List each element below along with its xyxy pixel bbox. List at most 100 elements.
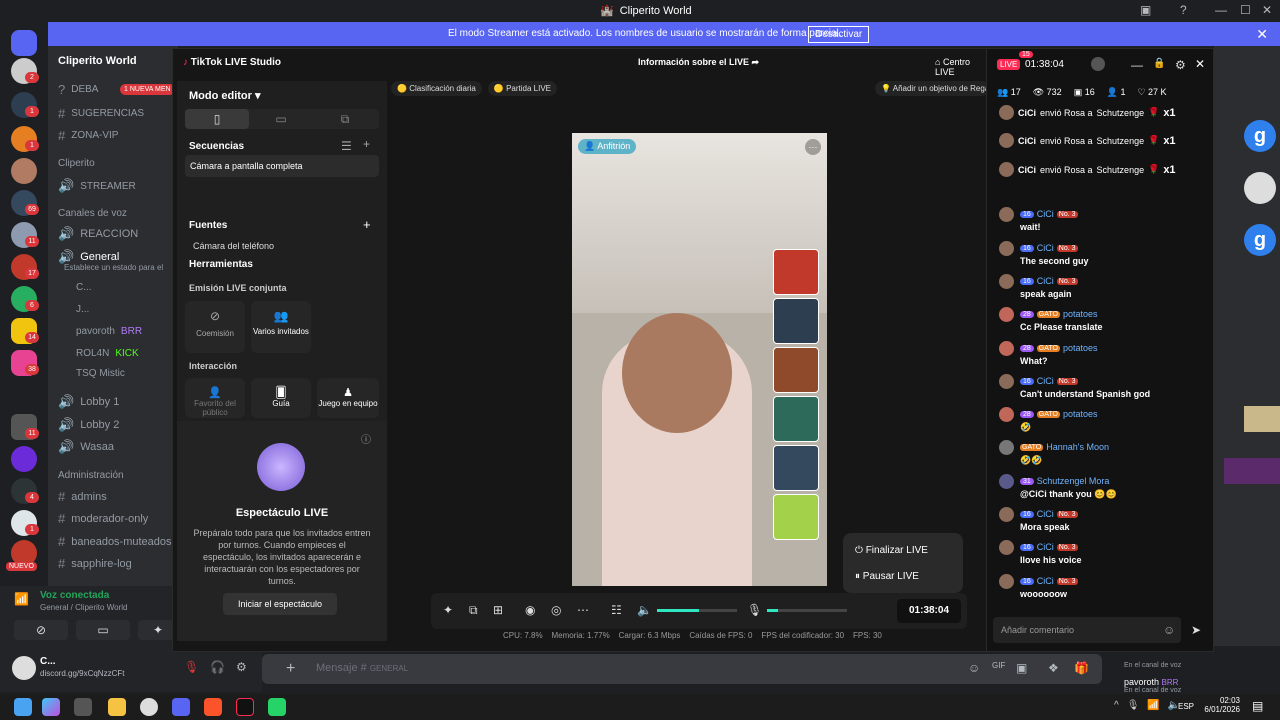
- layers-icon[interactable]: ⧉: [313, 109, 377, 129]
- guest-avatar[interactable]: [773, 445, 819, 491]
- mode-editor-dropdown[interactable]: Modo editor ▾: [189, 89, 261, 102]
- guest-avatar[interactable]: [773, 396, 819, 442]
- avatar[interactable]: [999, 207, 1014, 222]
- tiktok-icon[interactable]: [236, 698, 254, 716]
- language-indicator[interactable]: ESP: [1178, 702, 1194, 711]
- comment-input[interactable]: Añadir comentario ☺: [993, 617, 1181, 643]
- start-show-button[interactable]: Iniciar el espectáculo: [223, 593, 337, 615]
- mic-muted-icon[interactable]: 🎙: [184, 660, 199, 674]
- plus-icon[interactable]: +: [363, 137, 370, 151]
- avatar[interactable]: [999, 574, 1014, 589]
- channel-reaccion[interactable]: 🔊 REACCION: [58, 226, 138, 242]
- channel-sapphire-log[interactable]: # sapphire-log: [58, 556, 132, 571]
- disable-streamer-button[interactable]: Desactivar: [808, 26, 870, 43]
- windows-start-icon[interactable]: [14, 698, 32, 716]
- more-icon[interactable]: ⋯: [577, 603, 589, 617]
- avatar[interactable]: [999, 507, 1014, 522]
- avatar[interactable]: [12, 656, 36, 680]
- more-icon[interactable]: ⋯: [805, 139, 821, 155]
- channel-deba[interactable]: ? DEBA: [58, 82, 98, 97]
- magic-icon[interactable]: ✦: [443, 603, 453, 617]
- voice-user[interactable]: TSQ Mistic: [76, 368, 125, 379]
- avatar[interactable]: [999, 374, 1014, 389]
- channel-moderador[interactable]: # moderador-only: [58, 511, 148, 526]
- apps-icon[interactable]: ❖: [1048, 661, 1059, 675]
- gift-icon[interactable]: 🎁: [1074, 661, 1089, 675]
- pause-live-button[interactable]: ⏸ Pausar LIVE: [855, 571, 919, 582]
- new-messages-badge[interactable]: 1 NUEVA MEN: [120, 84, 175, 95]
- category-admin[interactable]: Administración: [58, 470, 124, 481]
- chat-username[interactable]: Schutzengel Mora: [1037, 476, 1110, 486]
- system-tray[interactable]: ^ 🎙 📶 🔈: [1114, 700, 1180, 711]
- brave-icon[interactable]: [204, 698, 222, 716]
- avatar[interactable]: [999, 440, 1014, 455]
- screen-share-button[interactable]: ▭: [76, 620, 130, 640]
- whatsapp-icon[interactable]: [268, 698, 286, 716]
- guide-tile[interactable]: 🂠 Guía: [251, 378, 311, 418]
- microphone-icon[interactable]: 🎙: [747, 603, 762, 617]
- send-icon[interactable]: ➤: [1191, 623, 1201, 637]
- favorite-tile[interactable]: 👤 Favorito del público: [185, 378, 245, 418]
- avatar[interactable]: [999, 474, 1014, 489]
- chat-username[interactable]: potatoes: [1063, 343, 1098, 353]
- chat-username[interactable]: CiCi: [1037, 576, 1054, 586]
- channel-lobby2[interactable]: 🔊 Lobby 2: [58, 417, 119, 433]
- server-icon[interactable]: [11, 446, 37, 472]
- avatar[interactable]: [999, 407, 1014, 422]
- voice-user[interactable]: ROL4N KICK: [76, 348, 139, 359]
- app-icon[interactable]: g: [1244, 120, 1276, 152]
- chat-username[interactable]: potatoes: [1063, 309, 1098, 319]
- chat-username[interactable]: CiCi: [1037, 509, 1054, 519]
- multi-guest-tile[interactable]: 👥 Varios invitados: [251, 301, 311, 353]
- channel-admins[interactable]: # admins: [58, 489, 107, 504]
- portrait-icon[interactable]: ▯: [185, 109, 249, 129]
- server-name[interactable]: Cliperito World: [58, 55, 137, 67]
- help-icon[interactable]: ?: [1180, 3, 1187, 17]
- coemission-tile[interactable]: ⊘ Coemisión: [185, 301, 245, 353]
- avatar[interactable]: [999, 341, 1014, 356]
- plus-icon[interactable]: +: [363, 217, 371, 232]
- notifications-icon[interactable]: ▤: [1252, 699, 1263, 713]
- message-input[interactable]: Mensaje # GENERAL: [316, 662, 408, 674]
- gif-icon[interactable]: GIF: [992, 661, 1005, 670]
- record-icon[interactable]: ◉: [525, 603, 535, 617]
- guest-avatar[interactable]: [773, 298, 819, 344]
- chevron-up-icon[interactable]: ^: [1114, 700, 1119, 711]
- add-source-icon[interactable]: ⊞: [493, 603, 503, 617]
- close-icon[interactable]: ✕: [1256, 26, 1268, 43]
- minimize-button[interactable]: —: [1215, 3, 1227, 17]
- sticker-icon[interactable]: ▣: [1016, 661, 1027, 675]
- server-icon[interactable]: [11, 158, 37, 184]
- chat-username[interactable]: CiCi: [1037, 276, 1054, 286]
- minimize-icon[interactable]: —: [1131, 58, 1143, 72]
- guest-avatar[interactable]: [773, 494, 819, 540]
- wifi-icon[interactable]: 📶: [1147, 700, 1159, 711]
- screen-capture-icon[interactable]: ⧉: [469, 603, 478, 618]
- close-window-button[interactable]: ✕: [1262, 3, 1272, 17]
- daily-ranking-pill[interactable]: 🟡 Clasificación diaria: [391, 81, 482, 96]
- channel-sugerencias[interactable]: # SUGERENCIAS: [58, 106, 144, 121]
- avatar[interactable]: [999, 274, 1014, 289]
- live-info-button[interactable]: Información sobre el LIVE ➦: [638, 57, 759, 68]
- mic-icon[interactable]: 🎙: [1127, 700, 1140, 711]
- volume-slider[interactable]: [657, 609, 737, 612]
- channel-baneados[interactable]: # baneados-muteados: [58, 534, 172, 549]
- end-live-button[interactable]: ⏻ Finalizar LIVE: [855, 545, 928, 556]
- gear-icon[interactable]: ⚙: [1175, 58, 1186, 72]
- guest-avatar[interactable]: [773, 347, 819, 393]
- store-icon[interactable]: [74, 698, 92, 716]
- sequence-item[interactable]: Cámara a pantalla completa: [185, 155, 379, 177]
- voice-user[interactable]: pavoroth BRR: [76, 326, 142, 337]
- member-row[interactable]: En el canal de voz pavoroth BRR En el ca…: [1124, 662, 1274, 694]
- volume-icon[interactable]: 🔈: [637, 603, 652, 617]
- category-cliperito[interactable]: Cliperito: [58, 158, 95, 169]
- channel-wasaa[interactable]: 🔊 Wasaa: [58, 439, 114, 455]
- landscape-icon[interactable]: ▭: [249, 109, 313, 129]
- headphones-muted-icon[interactable]: 🎧: [210, 660, 225, 674]
- voice-user[interactable]: J...: [76, 304, 89, 315]
- live-match-pill[interactable]: 🟡 Partida LIVE: [487, 81, 557, 96]
- avatar[interactable]: [999, 241, 1014, 256]
- live-center-button[interactable]: ⌂ Centro LIVE: [935, 57, 989, 77]
- lock-icon[interactable]: 🔒: [1153, 58, 1165, 69]
- emoji-icon[interactable]: ☺: [968, 661, 980, 675]
